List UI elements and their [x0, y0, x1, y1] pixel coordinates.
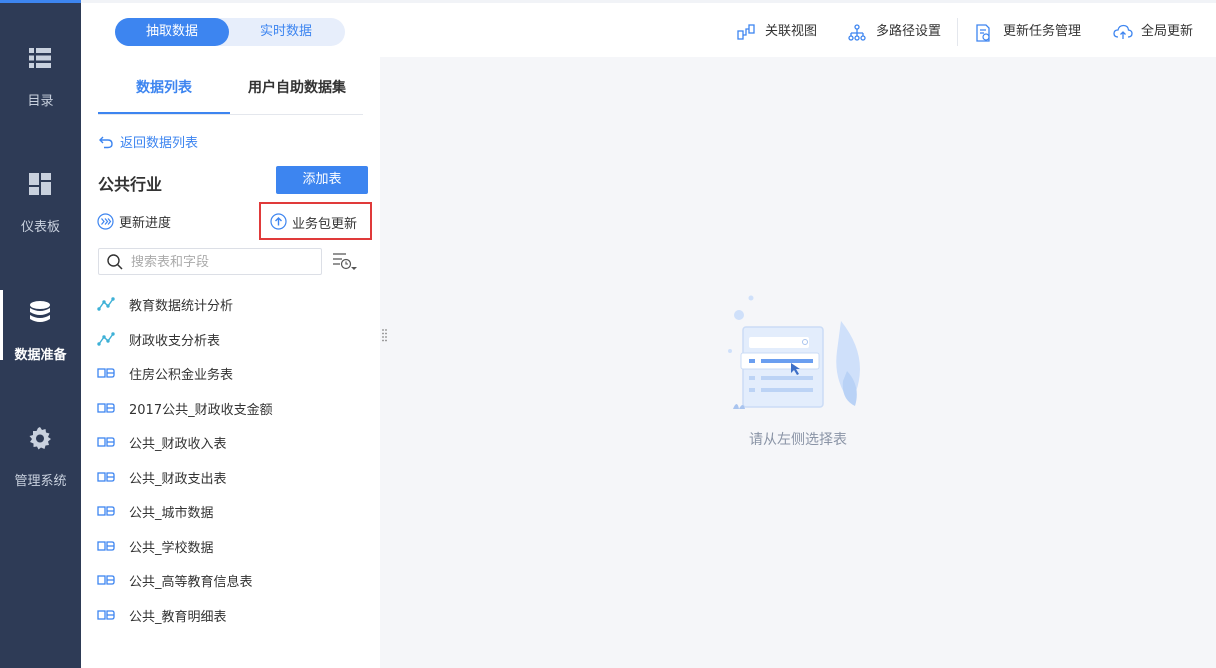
- db-table-icon: [97, 437, 115, 447]
- db-table-icon: [97, 506, 115, 516]
- top-toolbar: 抽取数据 实时数据 关联视图 多路径设置 更新任务管理 全局更新: [81, 0, 1216, 57]
- list-item[interactable]: 公共_高等教育信息表: [81, 563, 380, 597]
- tab-user-dataset[interactable]: 用户自助数据集: [248, 77, 346, 97]
- table-name: 公共_教育明细表: [129, 610, 227, 625]
- data-list-panel: 数据列表 用户自助数据集 返回数据列表 公共行业 添加表 更新进度 业务包更新: [81, 57, 380, 668]
- business-package-title: 公共行业: [98, 175, 163, 194]
- active-tab-indicator: [98, 112, 230, 114]
- multipath-settings-button[interactable]: 多路径设置: [848, 21, 948, 43]
- database-icon: [28, 300, 52, 324]
- db-table-icon: [97, 575, 115, 585]
- db-table-icon: [97, 368, 115, 378]
- db-table-icon: [97, 541, 115, 551]
- list-item[interactable]: 公共_财政支出表: [81, 460, 380, 494]
- search-box: [98, 248, 322, 275]
- left-nav: 目录 仪表板 数据准备 管理系统: [0, 0, 81, 668]
- relation-view-label: 关联视图: [765, 24, 818, 39]
- segment-extract-data[interactable]: 抽取数据: [115, 18, 229, 46]
- nav-label: 仪表板: [20, 220, 60, 235]
- analysis-icon: [97, 332, 115, 346]
- mode-segment-control: 抽取数据 实时数据: [115, 18, 345, 46]
- update-progress-label: 更新进度: [119, 216, 172, 231]
- nav-item-admin[interactable]: 管理系统: [0, 426, 81, 536]
- search-icon: [107, 254, 123, 270]
- list-item[interactable]: 公共_财政收入表: [81, 425, 380, 459]
- update-task-manage-label: 更新任务管理: [1003, 24, 1082, 39]
- nav-item-catalog[interactable]: 目录: [0, 46, 81, 156]
- global-update-label: 全局更新: [1141, 24, 1194, 39]
- table-name: 财政收支分析表: [129, 334, 221, 349]
- table-name: 公共_城市数据: [129, 506, 214, 521]
- nav-label: 数据准备: [14, 348, 67, 363]
- nav-item-data-prep[interactable]: 数据准备: [0, 290, 81, 410]
- nav-label: 目录: [27, 94, 54, 109]
- update-task-manage-button[interactable]: 更新任务管理: [975, 21, 1090, 43]
- multipath-settings-label: 多路径设置: [876, 24, 942, 39]
- panel-tabs: 数据列表 用户自助数据集: [98, 57, 363, 115]
- table-name: 公共_学校数据: [129, 541, 214, 556]
- empty-state-illustration: [728, 295, 860, 409]
- table-name: 住房公积金业务表: [129, 368, 234, 383]
- relation-view-icon: [737, 24, 755, 40]
- package-update-button[interactable]: 业务包更新: [259, 202, 372, 240]
- task-manage-icon: [976, 24, 990, 42]
- global-update-button[interactable]: 全局更新: [1113, 21, 1213, 43]
- back-arrow-icon: [99, 136, 113, 149]
- back-label: 返回数据列表: [120, 136, 199, 151]
- db-table-icon: [97, 610, 115, 620]
- relation-view-button[interactable]: 关联视图: [737, 21, 827, 43]
- list-item[interactable]: 财政收支分析表: [81, 322, 380, 356]
- list-item[interactable]: 公共_教育明细表: [81, 598, 380, 632]
- list-item[interactable]: 2017公共_财政收支金额: [81, 391, 380, 425]
- empty-state-text: 请从左侧选择表: [749, 432, 847, 448]
- table-name: 2017公共_财政收支金额: [129, 403, 273, 418]
- gear-icon: [28, 426, 52, 450]
- multipath-icon: [848, 24, 866, 41]
- filter-history-icon: [333, 253, 357, 270]
- upload-circle-icon: [270, 213, 287, 230]
- toolbar-divider: [957, 18, 958, 46]
- main-content-area: 请从左侧选择表: [380, 57, 1216, 668]
- nav-top-accent: [0, 0, 81, 3]
- segment-realtime-data[interactable]: 实时数据: [229, 18, 343, 46]
- db-table-icon: [97, 472, 115, 482]
- table-name: 公共_财政支出表: [129, 472, 227, 487]
- package-update-label: 业务包更新: [292, 217, 358, 232]
- search-input[interactable]: [131, 252, 316, 272]
- progress-icon: [97, 213, 114, 230]
- filter-sort-button[interactable]: [332, 250, 358, 274]
- panel-resize-handle[interactable]: [380, 328, 388, 344]
- list-item[interactable]: 公共_城市数据: [81, 494, 380, 528]
- table-name: 公共_高等教育信息表: [129, 575, 253, 590]
- list-item[interactable]: 公共_学校数据: [81, 529, 380, 563]
- add-table-button[interactable]: 添加表: [276, 166, 368, 194]
- table-name: 公共_财政收入表: [129, 437, 227, 452]
- analysis-icon: [97, 297, 115, 311]
- db-table-icon: [97, 403, 115, 413]
- cloud-update-icon: [1113, 24, 1133, 39]
- list-icon: [28, 46, 52, 70]
- list-item[interactable]: 住房公积金业务表: [81, 356, 380, 390]
- dashboard-icon: [28, 172, 52, 196]
- table-name: 教育数据统计分析: [129, 299, 234, 314]
- nav-item-dashboard[interactable]: 仪表板: [0, 172, 81, 282]
- tab-data-list[interactable]: 数据列表: [136, 77, 192, 97]
- nav-label: 管理系统: [14, 474, 67, 489]
- list-item[interactable]: 教育数据统计分析: [81, 287, 380, 321]
